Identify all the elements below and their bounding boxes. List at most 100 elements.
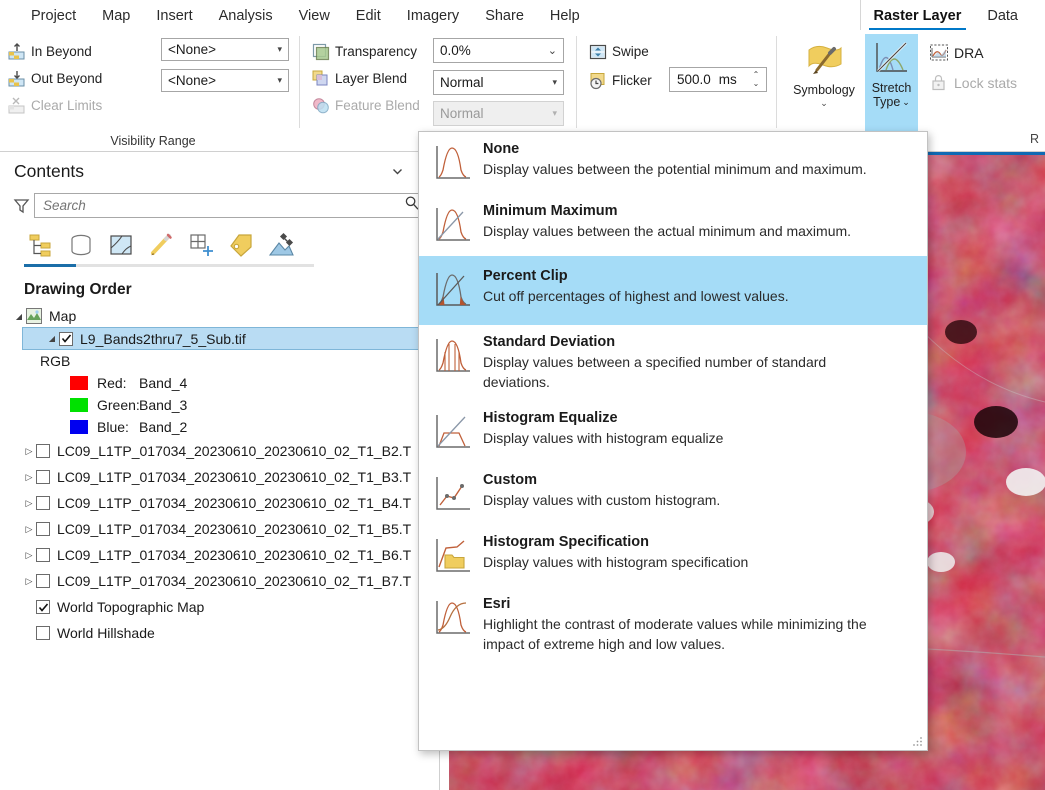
tab-view[interactable]: View: [286, 2, 343, 30]
tab-edit[interactable]: Edit: [343, 2, 394, 30]
tab-map[interactable]: Map: [89, 2, 143, 30]
clear-limits-icon: [8, 97, 26, 115]
menu-item-title: Esri: [483, 595, 511, 612]
expander-icon[interactable]: ▷: [22, 498, 36, 509]
tab-data[interactable]: Data: [974, 2, 1031, 30]
list-by-snapping-icon[interactable]: [188, 232, 214, 260]
menu-item-histogram-equalize[interactable]: Histogram Equalize Display values with h…: [419, 401, 927, 463]
expander-icon[interactable]: ◢: [45, 334, 59, 343]
tree-item-lc09-b4[interactable]: ▷ LC09_L1TP_017034_20230610_20230610_02_…: [0, 490, 439, 516]
list-by-labeling-icon[interactable]: [228, 232, 254, 260]
histogram-percentclip-icon: [433, 269, 473, 313]
layer-visibility-checkbox[interactable]: [36, 444, 50, 458]
layer-visibility-checkbox[interactable]: [36, 626, 50, 640]
expander-icon[interactable]: ◢: [12, 312, 26, 321]
list-by-sensor-icon[interactable]: [268, 232, 294, 260]
expander-icon[interactable]: ▷: [22, 524, 36, 535]
tree-item-lc09-b2[interactable]: ▷ LC09_L1TP_017034_20230610_20230610_02_…: [0, 438, 439, 464]
tree-item-label: LC09_L1TP_017034_20230610_20230610_02_T1…: [57, 521, 412, 537]
menu-item-histogram-specification[interactable]: Histogram Specification Display values w…: [419, 525, 927, 587]
dra-label: DRA: [954, 45, 984, 61]
band-name: Band_2: [139, 419, 188, 435]
menu-item-custom[interactable]: Custom Display values with custom histog…: [419, 463, 927, 525]
tree-item-lc09-b5[interactable]: ▷ LC09_L1TP_017034_20230610_20230610_02_…: [0, 516, 439, 542]
band-channel-label: Red:: [97, 375, 127, 391]
tab-imagery[interactable]: Imagery: [394, 2, 472, 30]
search-input-wrapper[interactable]: [34, 192, 425, 218]
menu-item-none[interactable]: None Display values between the potentia…: [419, 132, 927, 194]
layer-blend-combo[interactable]: Normal ▾: [433, 70, 564, 95]
transparency-row[interactable]: Transparency: [312, 38, 420, 65]
menu-item-minimum-maximum[interactable]: Minimum Maximum Display values between t…: [419, 194, 927, 256]
layer-blend-value: Normal: [440, 75, 484, 90]
list-by-data-source-icon[interactable]: [68, 232, 94, 260]
contents-menu-chevron-icon[interactable]: [385, 160, 409, 182]
tree-item-world-hillshade[interactable]: World Hillshade: [0, 620, 439, 646]
layer-visibility-checkbox[interactable]: [36, 600, 50, 614]
tree-item-band-green[interactable]: Green:Band_3: [0, 394, 439, 416]
layer-visibility-checkbox[interactable]: [36, 470, 50, 484]
lock-stats-label: Lock stats: [954, 75, 1018, 91]
list-by-selection-icon[interactable]: [108, 232, 134, 260]
list-by-drawing-order-icon[interactable]: [28, 232, 54, 260]
filter-icon[interactable]: [8, 194, 34, 216]
blue-color-swatch[interactable]: [70, 420, 88, 434]
layer-visibility-checkbox[interactable]: [36, 548, 50, 562]
layer-blend-row[interactable]: Layer Blend: [312, 65, 420, 92]
contents-view-tabs: [0, 220, 439, 260]
layer-visibility-checkbox[interactable]: [36, 522, 50, 536]
tree-item-label: World Topographic Map: [57, 599, 205, 615]
tree-item-l9-bands-raster[interactable]: ◢ L9_Bands2thru7_5_Sub.tif: [22, 327, 440, 350]
menu-item-percent-clip[interactable]: Percent Clip Cut off percentages of high…: [419, 256, 927, 325]
stepper-arrows-icon[interactable]: ⌃ ⌄: [750, 70, 762, 89]
in-beyond-combo[interactable]: <None> ▾: [161, 38, 289, 61]
green-color-swatch[interactable]: [70, 398, 88, 412]
swipe-label: Swipe: [612, 44, 649, 59]
histogram-esri-icon: [433, 597, 473, 641]
band-channel-label: Blue:: [97, 419, 129, 435]
in-beyond-row[interactable]: In Beyond: [8, 38, 102, 65]
tab-raster-layer[interactable]: Raster Layer: [860, 2, 975, 30]
resize-grip-icon[interactable]: [913, 736, 923, 746]
tab-help[interactable]: Help: [537, 2, 593, 30]
transparency-combo[interactable]: 0.0% ⌄: [433, 38, 564, 63]
menu-item-esri[interactable]: Esri Highlight the contrast of moderate …: [419, 587, 927, 663]
chevron-down-icon[interactable]: ⌄: [902, 97, 910, 107]
stretch-type-button[interactable]: Stretch Type ⌄: [865, 34, 918, 140]
tree-item-lc09-b3[interactable]: ▷ LC09_L1TP_017034_20230610_20230610_02_…: [0, 464, 439, 490]
symbology-button[interactable]: Symbology ⌄: [792, 34, 856, 109]
flicker-spinner[interactable]: 500.0 ms ⌃ ⌄: [669, 67, 767, 92]
menu-item-title: Histogram Specification: [483, 533, 649, 550]
expander-icon[interactable]: ▷: [22, 550, 36, 561]
out-beyond-row[interactable]: Out Beyond: [8, 65, 102, 92]
tree-item-band-blue[interactable]: Blue: Band_2: [0, 416, 439, 438]
tab-project[interactable]: Project: [18, 2, 89, 30]
red-color-swatch[interactable]: [70, 376, 88, 390]
swipe-row[interactable]: Swipe: [589, 38, 652, 65]
dra-icon: [929, 44, 949, 62]
tree-item-label: LC09_L1TP_017034_20230610_20230610_02_T1…: [57, 495, 412, 511]
search-input[interactable]: [43, 197, 404, 213]
tree-item-lc09-b6[interactable]: ▷ LC09_L1TP_017034_20230610_20230610_02_…: [0, 542, 439, 568]
out-beyond-combo[interactable]: <None> ▾: [161, 69, 289, 92]
dra-row[interactable]: DRA: [929, 38, 1017, 68]
layer-visibility-checkbox[interactable]: [59, 331, 73, 346]
tree-item-band-red[interactable]: Red: Band_4: [0, 372, 439, 394]
tab-analysis[interactable]: Analysis: [206, 2, 286, 30]
tree-item-world-topographic-map[interactable]: World Topographic Map: [0, 594, 439, 620]
layer-blend-label: Layer Blend: [335, 71, 408, 86]
chevron-down-icon[interactable]: ⌄: [820, 98, 828, 108]
layer-visibility-checkbox[interactable]: [36, 496, 50, 510]
expander-icon[interactable]: ▷: [22, 576, 36, 587]
layer-visibility-checkbox[interactable]: [36, 574, 50, 588]
list-by-editing-icon[interactable]: [148, 232, 174, 260]
tab-share[interactable]: Share: [472, 2, 537, 30]
tree-item-lc09-b7[interactable]: ▷ LC09_L1TP_017034_20230610_20230610_02_…: [0, 568, 439, 594]
expander-icon[interactable]: ▷: [22, 446, 36, 457]
expander-icon[interactable]: ▷: [22, 472, 36, 483]
tab-insert[interactable]: Insert: [143, 2, 205, 30]
menu-item-standard-deviation[interactable]: Standard Deviation Display values betwee…: [419, 325, 927, 401]
histogram-minmax-icon: [433, 204, 473, 248]
flicker-row[interactable]: Flicker: [589, 65, 652, 96]
tree-item-map[interactable]: ◢ Map: [0, 305, 439, 327]
